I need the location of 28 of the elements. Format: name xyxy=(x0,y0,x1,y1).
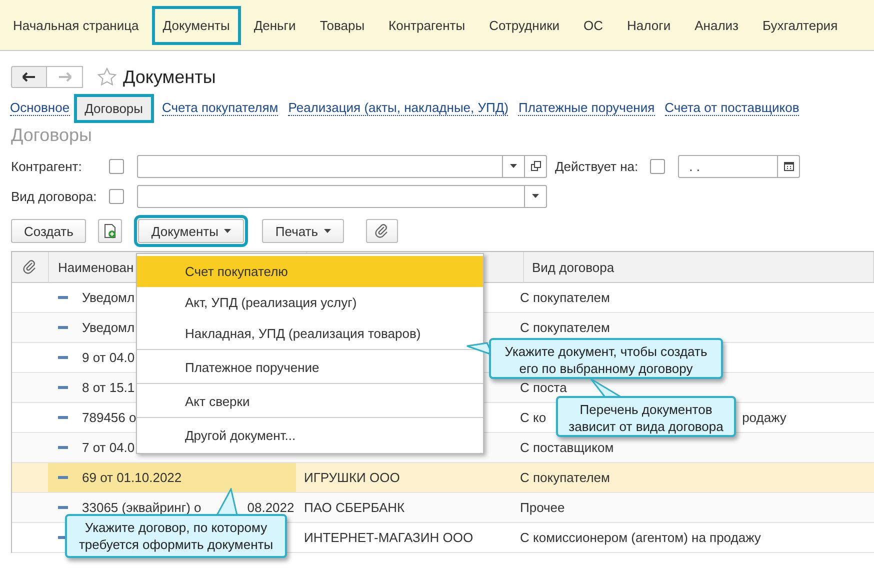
cell-text: С покупателем xyxy=(520,470,610,485)
cell-text: С покупателем xyxy=(520,290,610,305)
cell-text: Уведомл xyxy=(82,290,135,305)
column-header: Вид договора xyxy=(524,252,874,282)
cell-text: С покупателем xyxy=(520,320,610,335)
cell-text: 789456 о xyxy=(82,410,136,425)
cell-text: 33065 (эквайринг) о xyxy=(82,500,202,515)
cell-text: С поста xyxy=(520,380,567,395)
cell-text: С комиссионером (агентом) на продажу xyxy=(520,530,761,545)
cell-text: С ко xyxy=(520,410,546,425)
cell-text: родажу xyxy=(742,410,786,425)
cell-text: Уведомл xyxy=(82,320,135,335)
cell-text: ИГРУШКИ ООО xyxy=(304,470,400,485)
cell-text: ПАО СБЕРБАНК xyxy=(304,500,405,515)
field-label: Контрагент: xyxy=(11,158,83,174)
cell-text: 08.2022 xyxy=(247,500,294,515)
field-label: Действует на: xyxy=(555,158,638,174)
cell-text: 7 от 04.0 xyxy=(82,440,135,455)
section-title: Договоры xyxy=(10,125,93,147)
cell-text: 69 от 01.10.2022 xyxy=(82,470,182,485)
cell-text: Прочее xyxy=(520,500,565,515)
date-value: . . xyxy=(688,158,701,176)
cell-text: 9 от 04.0 xyxy=(82,350,135,365)
cell-text: ИНТЕРНЕТ-МАГАЗИН ООО xyxy=(304,530,474,545)
field-label: Вид договора: xyxy=(11,188,98,204)
cell-text: С поставщиком xyxy=(520,440,614,455)
cell-text: 8 от 15.1 xyxy=(82,380,135,395)
page-title: Документы xyxy=(123,66,216,88)
